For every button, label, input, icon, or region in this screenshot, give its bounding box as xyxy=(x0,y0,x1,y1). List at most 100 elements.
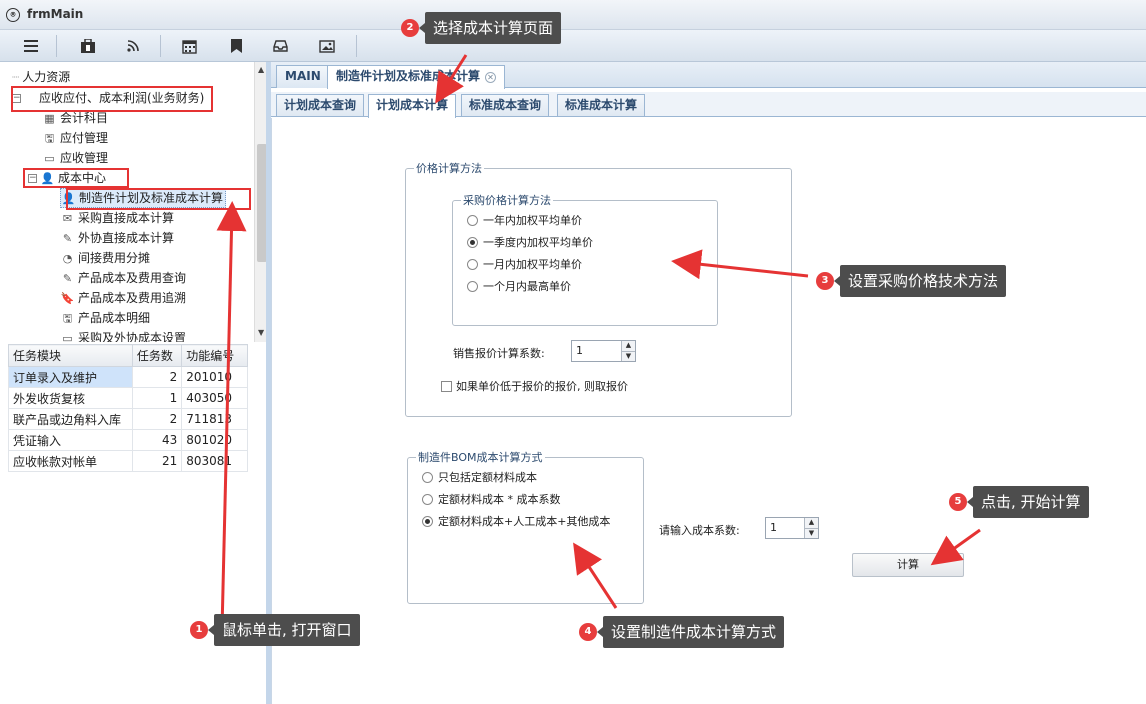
tree-item-outsource-cost[interactable]: ✎ 外协直接成本计算 xyxy=(60,228,174,248)
calendar-icon[interactable] xyxy=(176,34,202,58)
table-row[interactable]: 订单录入及维护 2 201010 xyxy=(8,366,248,388)
radio-quarterly-avg[interactable]: 一季度内加权平均单价 xyxy=(467,234,593,250)
radio-material-labor-other[interactable]: 定额材料成本+人工成本+其他成本 xyxy=(422,513,610,529)
annotation-2: 2 选择成本计算页面 xyxy=(401,12,562,44)
scroll-down-icon[interactable]: ▼ xyxy=(258,328,264,337)
spin-up-icon[interactable]: ▲ xyxy=(622,341,635,352)
tab-manufacture-cost[interactable]: 制造件计划及标准成本计算 ✕ xyxy=(327,65,506,89)
cell-code: 711813 xyxy=(181,408,248,430)
radio-selected-icon[interactable] xyxy=(467,236,478,248)
step-badge: 3 xyxy=(816,272,834,290)
cell-module: 应收帐款对帐单 xyxy=(8,450,133,472)
tree-item-cost-detail[interactable]: 🖫 产品成本明细 xyxy=(60,308,150,328)
tab-plan-cost-calc[interactable]: 计划成本计算 xyxy=(368,94,457,118)
step-text: 设置制造件成本计算方式 xyxy=(596,616,785,648)
tree-item-label: 产品成本及费用追溯 xyxy=(78,291,187,305)
table-row[interactable]: 应收帐款对帐单 21 803081 xyxy=(8,450,248,472)
table-row[interactable]: 凭证输入 43 801020 xyxy=(8,429,248,451)
inbox-icon[interactable] xyxy=(267,34,293,58)
briefcase-icon[interactable] xyxy=(75,34,101,58)
monitor-icon: ▭ xyxy=(44,151,55,165)
highlight-cost-center xyxy=(23,168,129,188)
cost-coef-stepper[interactable]: 1 ▲ ▼ xyxy=(765,517,819,539)
tree-item-cost-query[interactable]: ✎ 产品成本及费用查询 xyxy=(60,268,186,288)
cell-module: 外发收货复核 xyxy=(8,387,133,409)
radio-icon[interactable] xyxy=(467,214,478,226)
edit-icon: ✎ xyxy=(62,271,73,285)
radio-selected-icon[interactable] xyxy=(422,515,433,527)
tree-item-cost-trace[interactable]: 🔖 产品成本及费用追溯 xyxy=(60,288,186,308)
toolbar xyxy=(0,30,1146,62)
radio-label: 一季度内加权平均单价 xyxy=(483,236,593,249)
column-header[interactable]: 任务数 xyxy=(131,344,183,367)
radio-icon[interactable] xyxy=(422,471,433,483)
spin-down-icon[interactable]: ▼ xyxy=(622,351,635,361)
table-row[interactable]: 联产品或边角料入库 2 711813 xyxy=(8,408,248,430)
radio-yearly-avg[interactable]: 一年内加权平均单价 xyxy=(467,212,582,228)
tree-item-payables[interactable]: 🖫 应付管理 xyxy=(42,128,108,148)
bookmark-icon[interactable] xyxy=(223,34,249,58)
radio-label: 只包括定额材料成本 xyxy=(438,471,537,484)
tree-item-label: 产品成本及费用查询 xyxy=(78,271,187,285)
tree-item-label: 间接费用分摊 xyxy=(78,251,151,265)
rss-icon[interactable] xyxy=(120,34,146,58)
cell-code: 201010 xyxy=(181,366,248,388)
menu-icon[interactable] xyxy=(18,34,44,58)
checkbox-icon[interactable] xyxy=(441,380,452,392)
sales-coef-stepper[interactable]: 1 ▲ ▼ xyxy=(571,340,636,362)
tab-plan-cost-query[interactable]: 计划成本查询 xyxy=(276,94,365,117)
radio-material-only[interactable]: 只包括定额材料成本 xyxy=(422,469,537,485)
radio-icon[interactable] xyxy=(467,280,478,292)
use-quote-checkbox[interactable]: 如果单价低于报价的报价, 则取报价 xyxy=(441,378,628,394)
tree-item-label: 采购及外协成本设置 xyxy=(78,331,187,342)
radio-icon[interactable] xyxy=(422,493,433,505)
tree-item-receivables[interactable]: ▭ 应收管理 xyxy=(42,148,108,168)
tree-item-indirect-cost[interactable]: ◔ 间接费用分摊 xyxy=(60,248,150,268)
tree-item-label: 产品成本明细 xyxy=(78,311,151,325)
tab-label: 制造件计划及标准成本计算 xyxy=(336,69,481,83)
pie-chart-icon: ◔ xyxy=(62,251,73,265)
cell-count: 2 xyxy=(131,366,183,388)
save-icon: 🖫 xyxy=(44,131,55,145)
column-header[interactable]: 功能编号 xyxy=(181,344,248,367)
sales-coef-value[interactable]: 1 xyxy=(572,341,621,361)
close-icon[interactable]: ✕ xyxy=(485,72,497,83)
image-icon[interactable] xyxy=(314,34,340,58)
tree-item-label: 采购直接成本计算 xyxy=(78,211,175,225)
spin-down-icon[interactable]: ▼ xyxy=(805,528,818,538)
tab-label: 计划成本计算 xyxy=(376,98,449,112)
cell-module: 订单录入及维护 xyxy=(8,366,133,388)
radio-icon[interactable] xyxy=(467,258,478,270)
main-tab-strip: MAIN 制造件计划及标准成本计算 ✕ xyxy=(271,62,1146,89)
spin-up-icon[interactable]: ▲ xyxy=(805,518,818,529)
sales-coef-label: 销售报价计算系数: xyxy=(453,347,545,360)
tab-main[interactable]: MAIN xyxy=(276,65,330,88)
purchase-price-legend: 采购价格计算方法 xyxy=(463,194,551,207)
step-text: 设置采购价格技术方法 xyxy=(833,265,1007,297)
grid-icon: ▦ xyxy=(44,111,55,125)
calculate-button[interactable]: 计算 xyxy=(852,553,964,577)
radio-monthly-avg[interactable]: 一月内加权平均单价 xyxy=(467,256,582,272)
table-row[interactable]: 外发收货复核 1 403050 xyxy=(8,387,248,409)
tree-item-hr[interactable]: ┈ 人力资源 xyxy=(12,67,70,87)
radio-label: 一个月内最高单价 xyxy=(483,280,571,293)
mail-icon: ✉ xyxy=(62,211,73,225)
radio-label: 一年内加权平均单价 xyxy=(483,214,582,227)
cost-coef-value[interactable]: 1 xyxy=(766,518,804,538)
tree-item-cost-setting[interactable]: ▭ 采购及外协成本设置 xyxy=(60,328,186,342)
annotation-4: 4 设置制造件成本计算方式 xyxy=(579,616,785,648)
tree-item-purchase-cost[interactable]: ✉ 采购直接成本计算 xyxy=(60,208,174,228)
radio-material-coef[interactable]: 定额材料成本 * 成本系数 xyxy=(422,491,561,507)
cell-count: 1 xyxy=(131,387,183,409)
tab-standard-cost-calc[interactable]: 标准成本计算 xyxy=(557,94,646,117)
cell-module: 联产品或边角料入库 xyxy=(8,408,133,430)
column-header[interactable]: 任务模块 xyxy=(8,344,133,367)
tab-standard-cost-query[interactable]: 标准成本查询 xyxy=(461,94,550,117)
radio-monthly-max[interactable]: 一个月内最高单价 xyxy=(467,278,571,294)
tree-item-label: 人力资源 xyxy=(22,70,71,84)
step-badge: 4 xyxy=(579,623,597,641)
cell-count: 21 xyxy=(131,450,183,472)
price-method-legend: 价格计算方法 xyxy=(416,162,482,175)
window-titlebar: ⌾ frmMain xyxy=(0,0,1146,30)
scroll-up-icon[interactable]: ▲ xyxy=(258,65,264,74)
